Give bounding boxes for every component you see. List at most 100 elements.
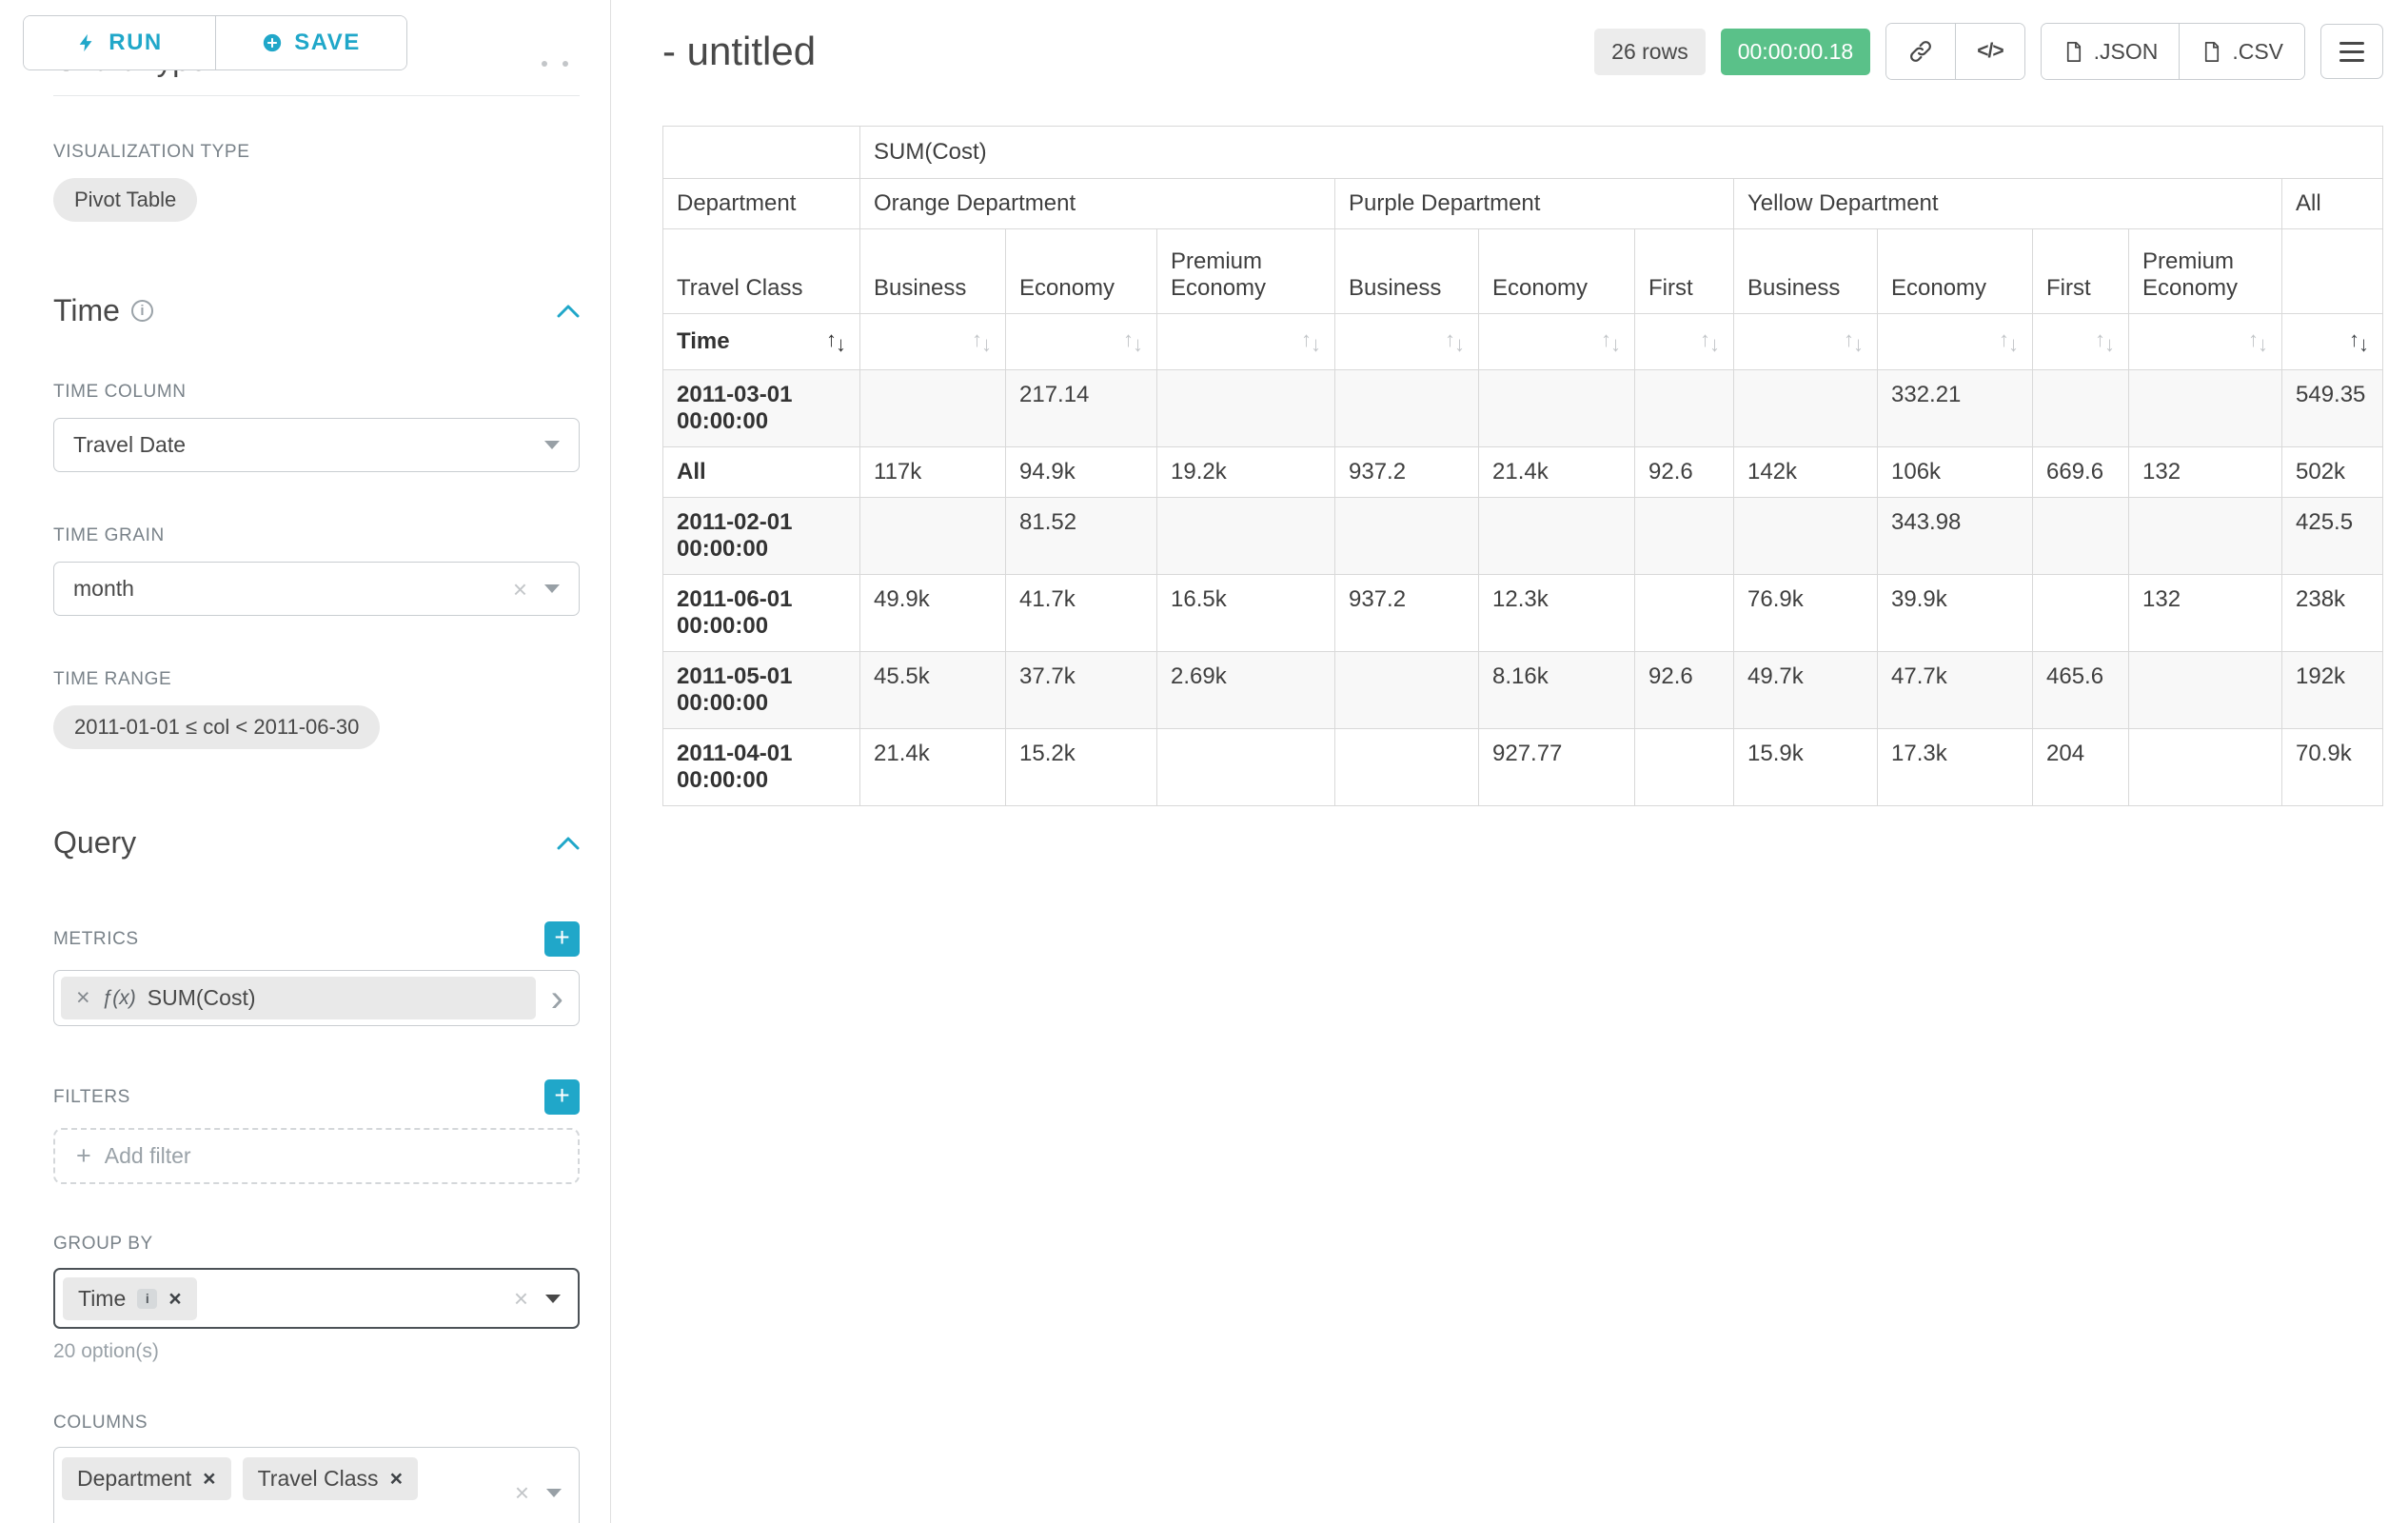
value-cell [1635,370,1734,447]
group-by-select[interactable]: Time i × × [53,1268,580,1329]
add-filter-button[interactable]: + [544,1079,580,1115]
department-group-header: Yellow Department [1734,179,2282,229]
add-metric-button[interactable]: + [544,921,580,957]
remove-chip-icon[interactable]: × [390,1466,403,1492]
run-label: RUN [109,30,163,56]
time-grain-value: month [73,576,134,602]
columns-select[interactable]: Department × Travel Class × × [53,1447,580,1523]
value-cell: 465.6 [2033,652,2129,729]
time-section-title: Time [53,293,120,328]
run-button[interactable]: RUN [24,16,215,69]
value-cell [1734,498,1878,575]
class-header: First [1635,229,1734,314]
export-json-button[interactable]: .JSON [2042,24,2180,79]
time-column-select[interactable]: Travel Date [53,418,580,472]
metric-control[interactable]: × ƒ(x) SUM(Cost) › [53,970,580,1026]
sort-icon[interactable]: ↑↓ [826,331,846,352]
code-icon: </> [1977,40,2003,63]
pivot-table: SUM(Cost)DepartmentOrange DepartmentPurp… [662,126,2383,806]
sort-cell[interactable]: ↑↓ [1878,314,2033,370]
sort-icon[interactable]: ↑↓ [1844,331,1864,352]
remove-metric-icon[interactable]: × [76,984,90,1012]
chart-panel: - untitled 26 rows 00:00:00.18 </> .JSON [611,0,2408,1523]
sort-cell[interactable]: ↑↓ [1335,314,1479,370]
sort-icon[interactable]: ↑↓ [2248,331,2268,352]
clear-icon[interactable]: × [513,577,527,602]
more-options-button[interactable] [2320,24,2383,79]
sort-cell[interactable]: ↑↓ [1734,314,1878,370]
file-icon [2201,41,2222,63]
share-button-group: </> [1885,23,2024,80]
row-count-badge: 26 rows [1594,29,1706,75]
chevron-right-icon[interactable]: › [551,987,563,1010]
save-button[interactable]: SAVE [215,16,406,69]
truncated-control-dots [542,61,568,67]
sort-icon[interactable]: ↑↓ [1601,331,1621,352]
class-header: Premium Economy [1157,229,1335,314]
department-row: DepartmentOrange DepartmentPurple Depart… [663,179,2383,229]
sort-cell[interactable]: ↑↓ [1006,314,1157,370]
export-csv-button[interactable]: .CSV [2179,24,2304,79]
value-cell [860,498,1006,575]
row-header: All [663,447,860,498]
remove-chip-icon[interactable]: × [168,1286,181,1312]
sort-icon[interactable]: ↑↓ [1301,331,1321,352]
sort-icon[interactable]: ↑↓ [2095,331,2115,352]
sort-cell[interactable]: ↑↓ [1479,314,1635,370]
time-header-cell[interactable]: Time ↑↓ [663,314,860,370]
visualization-type-value[interactable]: Pivot Table [53,178,197,222]
metric-chip[interactable]: × ƒ(x) SUM(Cost) [61,977,536,1019]
remove-chip-icon[interactable]: × [203,1466,215,1492]
query-section-header[interactable]: Query [53,825,580,860]
value-cell: 132 [2129,447,2282,498]
value-cell [2129,370,2282,447]
row-header: 2011-02-01 00:00:00 [663,498,860,575]
clear-icon[interactable]: × [514,1286,528,1311]
sort-cell[interactable]: ↑↓ [1635,314,1734,370]
columns-chip-label: Department [77,1466,191,1492]
sort-cell[interactable]: ↑↓ [2033,314,2129,370]
embed-code-button[interactable]: </> [1955,24,2023,79]
chevron-up-icon[interactable] [557,837,580,850]
sort-icon[interactable]: ↑↓ [2349,331,2369,352]
value-cell: 502k [2282,447,2383,498]
sort-cell[interactable]: ↑↓ [1157,314,1335,370]
chevron-up-icon[interactable] [557,305,580,318]
metric-row: SUM(Cost) [663,127,2383,179]
value-cell [2129,729,2282,806]
sort-icon[interactable]: ↑↓ [1445,331,1465,352]
sort-icon[interactable]: ↑↓ [1999,331,2019,352]
row-dimension-label: Time [677,328,730,355]
clear-icon[interactable]: × [515,1480,529,1505]
class-header: First [2033,229,2129,314]
value-cell [1635,575,1734,652]
columns-chip[interactable]: Travel Class × [243,1457,418,1500]
time-section-header[interactable]: Time i [53,293,580,328]
sort-icon[interactable]: ↑↓ [1700,331,1720,352]
row-header: 2011-05-01 00:00:00 [663,652,860,729]
chart-title[interactable]: - untitled [662,29,816,74]
sort-cell[interactable]: ↑↓ [860,314,1006,370]
time-range-value[interactable]: 2011-01-01 ≤ col < 2011-06-30 [53,705,380,749]
query-timer-badge: 00:00:00.18 [1721,29,1871,75]
sort-icon[interactable]: ↑↓ [972,331,992,352]
value-cell [1635,729,1734,806]
sort-icon[interactable]: ↑↓ [1123,331,1143,352]
sort-cell[interactable]: ↑↓ [2282,314,2383,370]
value-cell: 937.2 [1335,447,1479,498]
value-cell: 92.6 [1635,652,1734,729]
add-filter-dropzone[interactable]: + Add filter [53,1128,580,1184]
department-group-header: Orange Department [860,179,1335,229]
columns-chip[interactable]: Department × [62,1457,231,1500]
sort-cell[interactable]: ↑↓ [2129,314,2282,370]
export-csv-label: .CSV [2232,39,2283,65]
value-cell: 343.98 [1878,498,2033,575]
time-grain-select[interactable]: month × [53,562,580,616]
copy-link-button[interactable] [1886,24,1955,79]
group-by-chip[interactable]: Time i × [63,1277,197,1320]
table-row: All117k94.9k19.2k937.221.4k92.6142k106k6… [663,447,2383,498]
chevron-down-icon [544,441,560,449]
group-by-chip-label: Time [78,1286,126,1312]
table-row: 2011-03-01 00:00:00217.14332.21549.35 [663,370,2383,447]
group-by-label: GROUP BY [53,1234,580,1255]
